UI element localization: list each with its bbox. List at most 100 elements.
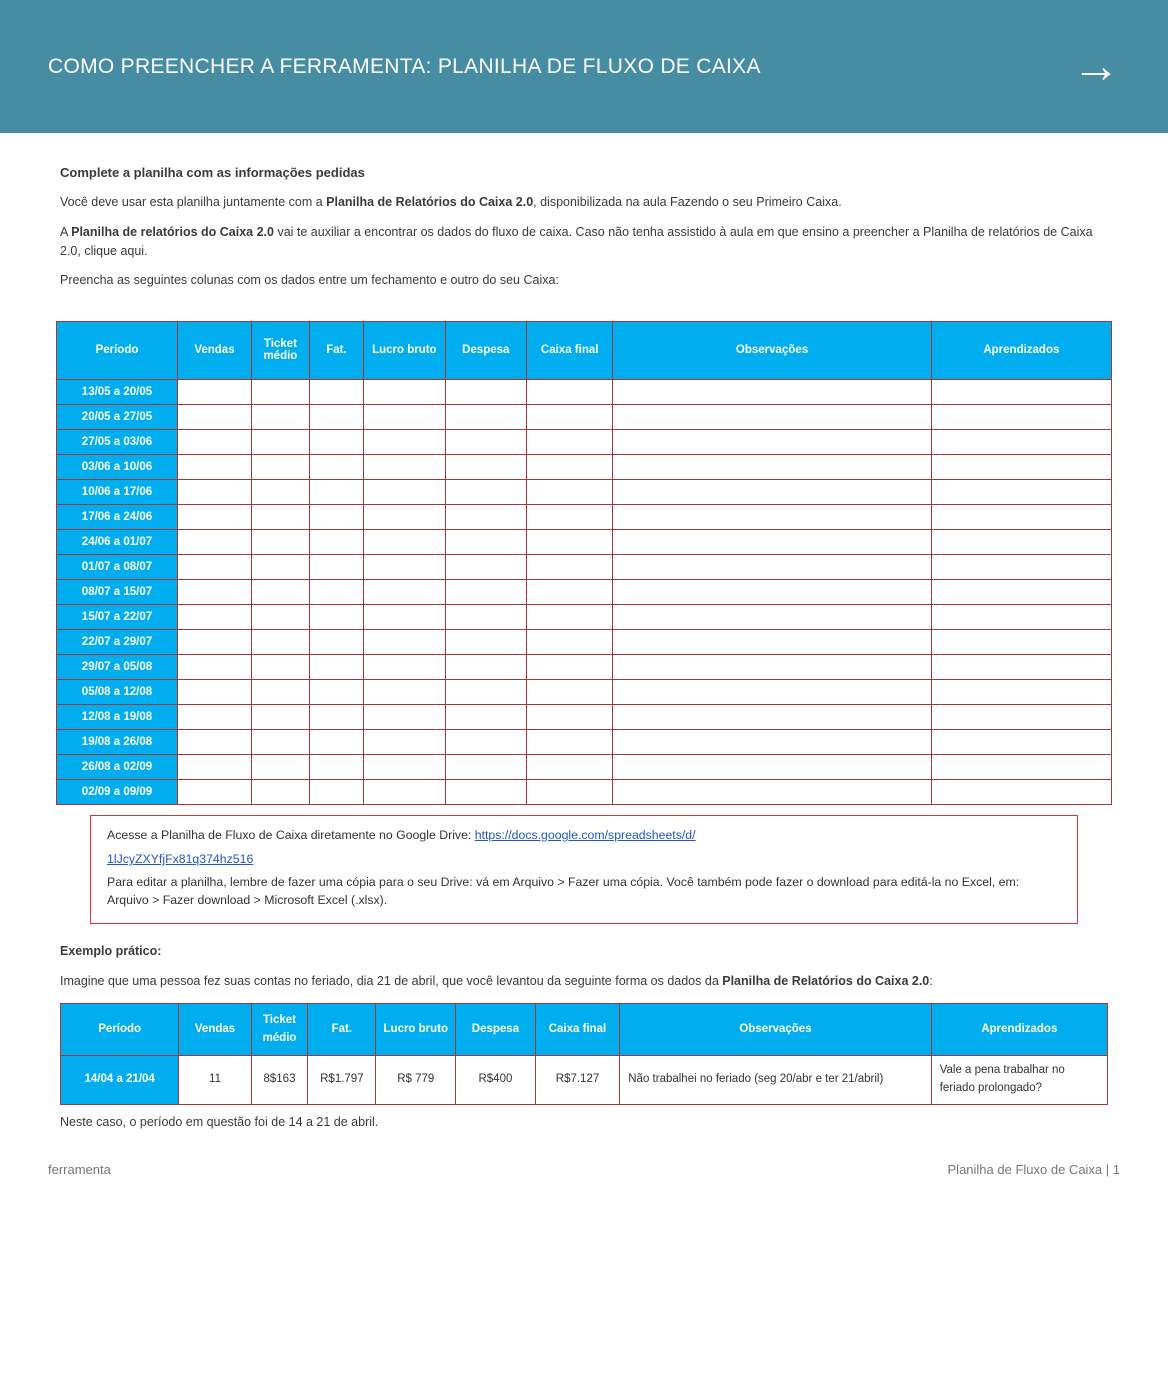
- cell-ticket: [251, 704, 309, 729]
- cell-fat: [309, 429, 363, 454]
- cell-vendas: [177, 604, 251, 629]
- example-p-a: Imagine que uma pessoa fez suas contas n…: [60, 974, 722, 988]
- cell-apr: [931, 529, 1111, 554]
- cell-ticket: [251, 679, 309, 704]
- intro-paragraph-2: A Planilha de relatórios do Caixa 2.0 va…: [60, 223, 1108, 262]
- cell-caixa: [526, 604, 612, 629]
- page-header: COMO PREENCHER A FERRAMENTA: PLANILHA DE…: [0, 0, 1168, 133]
- example-row: 14/04 a 21/04 11 8$163 R$1.797 R$ 779 R$…: [61, 1056, 1108, 1105]
- cell-ticket: [251, 429, 309, 454]
- cell-lucro: [364, 404, 445, 429]
- cell-caixa: [526, 429, 612, 454]
- cell-ticket: [251, 529, 309, 554]
- drive-note-box: Acesse a Planilha de Fluxo de Caixa dire…: [90, 815, 1078, 925]
- intro-p1-a: Você deve usar esta planilha juntamente …: [60, 195, 326, 209]
- note-link-2[interactable]: 1lJcyZXYfjFx81q374hz516: [107, 852, 253, 866]
- ex-ticket: 8$163: [251, 1056, 308, 1105]
- cell-obs: [613, 579, 931, 604]
- cell-obs: [613, 479, 931, 504]
- cell-vendas: [177, 404, 251, 429]
- cell-periodo: 02/09 a 09/09: [57, 779, 178, 804]
- cell-fat: [309, 554, 363, 579]
- cell-obs: [613, 404, 931, 429]
- cell-despesa: [445, 704, 526, 729]
- table-row: 03/06 a 10/06: [57, 454, 1112, 479]
- ex-col-ticket: Ticket médio: [251, 1004, 308, 1056]
- example-tail: Neste caso, o período em questão foi de …: [60, 1113, 1108, 1132]
- cell-periodo: 29/07 a 05/08: [57, 654, 178, 679]
- cell-caixa: [526, 454, 612, 479]
- cell-ticket: [251, 479, 309, 504]
- intro-p2-a: A: [60, 225, 71, 239]
- cell-lucro: [364, 629, 445, 654]
- example-section: Exemplo prático: Imagine que uma pessoa …: [0, 924, 1168, 1132]
- intro-p1-c: , disponibilizada na aula Fazendo o seu …: [533, 195, 842, 209]
- cell-periodo: 12/08 a 19/08: [57, 704, 178, 729]
- ex-apr: Vale a pena trabalhar no feriado prolong…: [931, 1056, 1107, 1105]
- cell-fat: [309, 704, 363, 729]
- cell-periodo: 08/07 a 15/07: [57, 579, 178, 604]
- table-row: 24/06 a 01/07: [57, 529, 1112, 554]
- cell-fat: [309, 679, 363, 704]
- col-despesa: Despesa: [445, 321, 526, 379]
- table-header-row: Período Vendas Ticket médio Fat. Lucro b…: [57, 321, 1112, 379]
- intro-paragraph-1: Você deve usar esta planilha juntamente …: [60, 193, 1108, 212]
- cell-apr: [931, 454, 1111, 479]
- intro-section: Complete a planilha com as informações p…: [0, 133, 1168, 313]
- cell-lucro: [364, 554, 445, 579]
- table-row: 19/08 a 26/08: [57, 729, 1112, 754]
- cell-despesa: [445, 479, 526, 504]
- cell-lucro: [364, 679, 445, 704]
- cell-obs: [613, 754, 931, 779]
- note-link-1[interactable]: https://docs.google.com/spreadsheets/d/: [475, 828, 696, 842]
- cell-caixa: [526, 779, 612, 804]
- ex-lucro: R$ 779: [376, 1056, 456, 1105]
- cell-ticket: [251, 379, 309, 404]
- intro-p1-b: Planilha de Relatórios do Caixa 2.0: [326, 195, 533, 209]
- cell-vendas: [177, 479, 251, 504]
- col-periodo: Período: [57, 321, 178, 379]
- cell-ticket: [251, 779, 309, 804]
- cell-caixa: [526, 629, 612, 654]
- ex-periodo: 14/04 a 21/04: [61, 1056, 179, 1105]
- cell-lucro: [364, 379, 445, 404]
- cell-lucro: [364, 654, 445, 679]
- example-p-c: :: [929, 974, 932, 988]
- cell-ticket: [251, 629, 309, 654]
- cell-vendas: [177, 504, 251, 529]
- cell-obs: [613, 604, 931, 629]
- cell-periodo: 03/06 a 10/06: [57, 454, 178, 479]
- cell-despesa: [445, 579, 526, 604]
- cell-periodo: 26/08 a 02/09: [57, 754, 178, 779]
- cell-apr: [931, 504, 1111, 529]
- cell-fat: [309, 404, 363, 429]
- note-link-line2: 1lJcyZXYfjFx81q374hz516: [107, 850, 1061, 868]
- note-lead-text: Acesse a Planilha de Fluxo de Caixa dire…: [107, 828, 475, 842]
- cell-lucro: [364, 704, 445, 729]
- table-row: 20/05 a 27/05: [57, 404, 1112, 429]
- ex-col-lucro: Lucro bruto: [376, 1004, 456, 1056]
- cell-despesa: [445, 779, 526, 804]
- cell-despesa: [445, 754, 526, 779]
- cell-despesa: [445, 654, 526, 679]
- footer-left: ferramenta: [48, 1162, 111, 1177]
- cell-periodo: 13/05 a 20/05: [57, 379, 178, 404]
- cell-vendas: [177, 704, 251, 729]
- note-lead: Acesse a Planilha de Fluxo de Caixa dire…: [107, 826, 1061, 844]
- cell-apr: [931, 629, 1111, 654]
- col-caixa: Caixa final: [526, 321, 612, 379]
- intro-p2-b: Planilha de relatórios do Caixa 2.0: [71, 225, 274, 239]
- cell-caixa: [526, 479, 612, 504]
- cell-obs: [613, 679, 931, 704]
- ex-vendas: 11: [179, 1056, 251, 1105]
- cell-despesa: [445, 554, 526, 579]
- cell-apr: [931, 554, 1111, 579]
- arrow-right-icon: →: [1072, 39, 1120, 94]
- cell-apr: [931, 379, 1111, 404]
- cashflow-table: Período Vendas Ticket médio Fat. Lucro b…: [56, 321, 1112, 805]
- cell-periodo: 05/08 a 12/08: [57, 679, 178, 704]
- cell-obs: [613, 629, 931, 654]
- col-ticket: Ticket médio: [251, 321, 309, 379]
- cell-lucro: [364, 604, 445, 629]
- cell-ticket: [251, 604, 309, 629]
